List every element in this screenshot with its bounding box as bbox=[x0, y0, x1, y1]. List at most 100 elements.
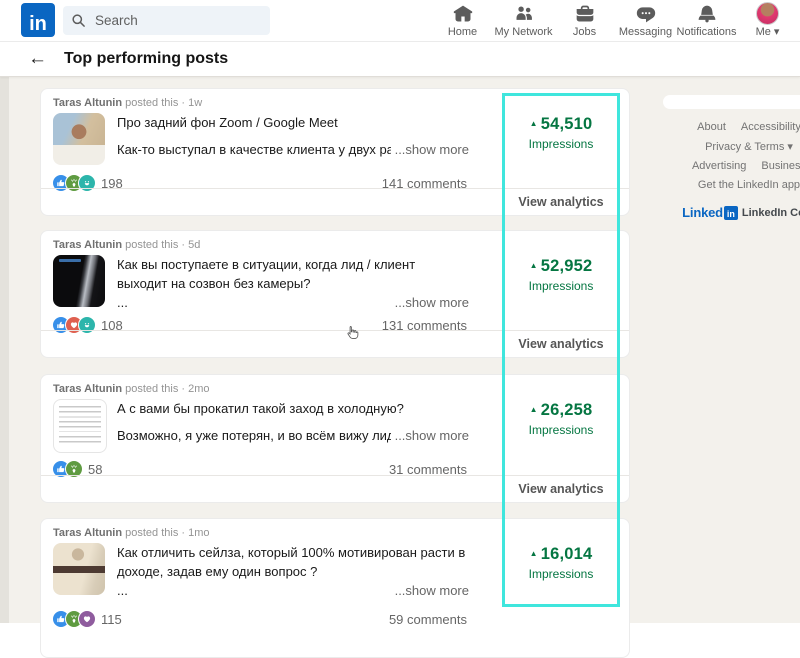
impressions-block: ▲26,258 Impressions bbox=[501, 401, 621, 437]
card-divider bbox=[41, 475, 629, 476]
post-author-line: Taras Altunin posted this · 1mo bbox=[53, 527, 210, 539]
footer-business-link[interactable]: Business bbox=[761, 160, 800, 172]
up-arrow-icon: ▲ bbox=[530, 549, 538, 558]
footer-accessibility-link[interactable]: Accessibility bbox=[741, 121, 800, 133]
up-arrow-icon: ▲ bbox=[530, 261, 538, 270]
linkedin-wordmark: Linked bbox=[682, 205, 723, 220]
impressions-block: ▲54,510 Impressions bbox=[501, 115, 621, 151]
funny-reaction-icon bbox=[78, 316, 96, 334]
view-analytics-button[interactable]: View analytics bbox=[501, 337, 621, 351]
post-meta: posted this · 5d bbox=[125, 239, 200, 251]
post-thumbnail-photo[interactable] bbox=[53, 543, 105, 595]
post-title[interactable]: Про задний фон Zoom / Google Meet bbox=[117, 113, 469, 132]
footer-corp-text: LinkedIn Corp bbox=[742, 207, 800, 219]
page-title: Top performing posts bbox=[64, 50, 228, 68]
comments-link[interactable]: 59 comments bbox=[389, 612, 467, 627]
view-analytics-button[interactable]: View analytics bbox=[501, 195, 621, 209]
card-divider bbox=[41, 188, 629, 189]
impressions-label: Impressions bbox=[501, 567, 621, 581]
briefcase-icon bbox=[575, 4, 595, 24]
show-more-link[interactable]: ...show more bbox=[395, 295, 469, 310]
up-arrow-icon: ▲ bbox=[530, 119, 538, 128]
post-author[interactable]: Taras Altunin bbox=[53, 383, 122, 395]
back-arrow-button[interactable]: ← bbox=[28, 49, 47, 68]
search-input[interactable] bbox=[93, 12, 247, 29]
right-rail-footer: About Accessibility Privacy & Terms ▾ Ad… bbox=[660, 121, 800, 220]
nav-messaging[interactable]: Messaging bbox=[615, 0, 676, 41]
left-edge-strip bbox=[0, 76, 9, 623]
post-card-1: Taras Altunin posted this · 1w Про задни… bbox=[40, 88, 630, 216]
footer-about-link[interactable]: About bbox=[697, 121, 726, 133]
impressions-value: 54,510 bbox=[541, 115, 593, 133]
search-icon bbox=[71, 13, 86, 28]
post-author[interactable]: Taras Altunin bbox=[53, 527, 122, 539]
post-content: Как вы поступаете в ситуации, когда лид … bbox=[117, 255, 469, 310]
nav-my-network[interactable]: My Network bbox=[493, 0, 554, 41]
up-arrow-icon: ▲ bbox=[530, 405, 538, 414]
reactions-count: 115 bbox=[101, 612, 122, 627]
post-card-2: Taras Altunin posted this · 5d Как вы по… bbox=[40, 230, 630, 358]
nav-home-label: Home bbox=[448, 26, 477, 38]
footer-privacy-terms-link[interactable]: Privacy & Terms ▾ bbox=[705, 140, 793, 153]
post-title[interactable]: Как вы поступаете в ситуации, когда лид … bbox=[117, 255, 469, 293]
post-content: Про задний фон Zoom / Google Meet Как-то… bbox=[117, 113, 469, 157]
nav-jobs-label: Jobs bbox=[573, 26, 596, 38]
nav-me[interactable]: Me ▾ bbox=[737, 0, 798, 41]
footer-advertising-link[interactable]: Advertising bbox=[692, 160, 746, 172]
search-box[interactable] bbox=[63, 6, 270, 35]
page-header: ← Top performing posts bbox=[0, 41, 800, 77]
impressions-block: ▲16,014 Impressions bbox=[501, 545, 621, 581]
post-author[interactable]: Taras Altunin bbox=[53, 97, 122, 109]
nav-home[interactable]: Home bbox=[432, 0, 493, 41]
nav-notifications[interactable]: Notifications bbox=[676, 0, 737, 41]
post-author-line: Taras Altunin posted this · 1w bbox=[53, 97, 202, 109]
impressions-label: Impressions bbox=[501, 279, 621, 293]
show-more-link[interactable]: ...show more bbox=[395, 583, 469, 598]
post-meta: posted this · 1w bbox=[125, 97, 202, 109]
post-author-line: Taras Altunin posted this · 5d bbox=[53, 239, 200, 251]
impressions-value: 16,014 bbox=[541, 545, 593, 563]
linkedin-logo-small: in bbox=[724, 206, 738, 220]
post-content: Как отличить сейлза, который 100% мотиви… bbox=[117, 543, 469, 598]
bell-icon bbox=[697, 4, 717, 24]
impressions-label: Impressions bbox=[501, 423, 621, 437]
linkedin-logo-text: in bbox=[29, 14, 47, 34]
nav-me-label: Me ▾ bbox=[756, 25, 780, 38]
footer-get-app-link[interactable]: Get the LinkedIn app bbox=[698, 179, 800, 191]
post-thumbnail-photo[interactable] bbox=[53, 113, 105, 165]
post-author[interactable]: Taras Altunin bbox=[53, 239, 122, 251]
nav-my-network-label: My Network bbox=[494, 26, 552, 38]
card-divider bbox=[41, 330, 629, 331]
footer-brand: Linked in LinkedIn Corp bbox=[660, 205, 800, 220]
post-snippet: Возможно, я уже потерян, и во всём вижу … bbox=[117, 428, 391, 443]
funny-reaction-icon bbox=[78, 174, 96, 192]
view-analytics-button[interactable]: View analytics bbox=[501, 482, 621, 496]
top-navigation-bar: in Home My Network Jobs Messaging Notifi… bbox=[0, 0, 800, 42]
post-author-line: Taras Altunin posted this · 2mo bbox=[53, 383, 210, 395]
post-ellipsis: ... bbox=[117, 583, 391, 598]
linkedin-logo[interactable]: in bbox=[21, 3, 55, 37]
my-network-icon bbox=[514, 4, 534, 24]
show-more-link[interactable]: ...show more bbox=[395, 142, 469, 157]
post-snippet: Как-то выступал в качестве клиента у дву… bbox=[117, 142, 391, 157]
post-meta: posted this · 2mo bbox=[125, 383, 209, 395]
post-meta: posted this · 1mo bbox=[125, 527, 209, 539]
post-title[interactable]: Как отличить сейлза, который 100% мотиви… bbox=[117, 543, 469, 581]
support-reaction-icon bbox=[78, 610, 96, 628]
messaging-icon bbox=[636, 4, 656, 24]
impressions-value: 52,952 bbox=[541, 257, 593, 275]
post-thumbnail-video[interactable] bbox=[53, 255, 105, 307]
post-card-3: Taras Altunin posted this · 2mo А с вами… bbox=[40, 374, 630, 503]
post-title[interactable]: А с вами бы прокатил такой заход в холод… bbox=[117, 399, 469, 418]
post-ellipsis: ... bbox=[117, 295, 391, 310]
nav-jobs[interactable]: Jobs bbox=[554, 0, 615, 41]
impressions-value: 26,258 bbox=[541, 401, 593, 419]
show-more-link[interactable]: ...show more bbox=[395, 428, 469, 443]
post-thumbnail-document[interactable] bbox=[53, 399, 107, 453]
reactions-summary[interactable]: 115 bbox=[53, 611, 122, 627]
global-nav-items: Home My Network Jobs Messaging Notificat… bbox=[432, 0, 798, 41]
right-rail-card bbox=[663, 95, 800, 109]
nav-messaging-label: Messaging bbox=[619, 26, 672, 38]
impressions-label: Impressions bbox=[501, 137, 621, 151]
impressions-block: ▲52,952 Impressions bbox=[501, 257, 621, 293]
